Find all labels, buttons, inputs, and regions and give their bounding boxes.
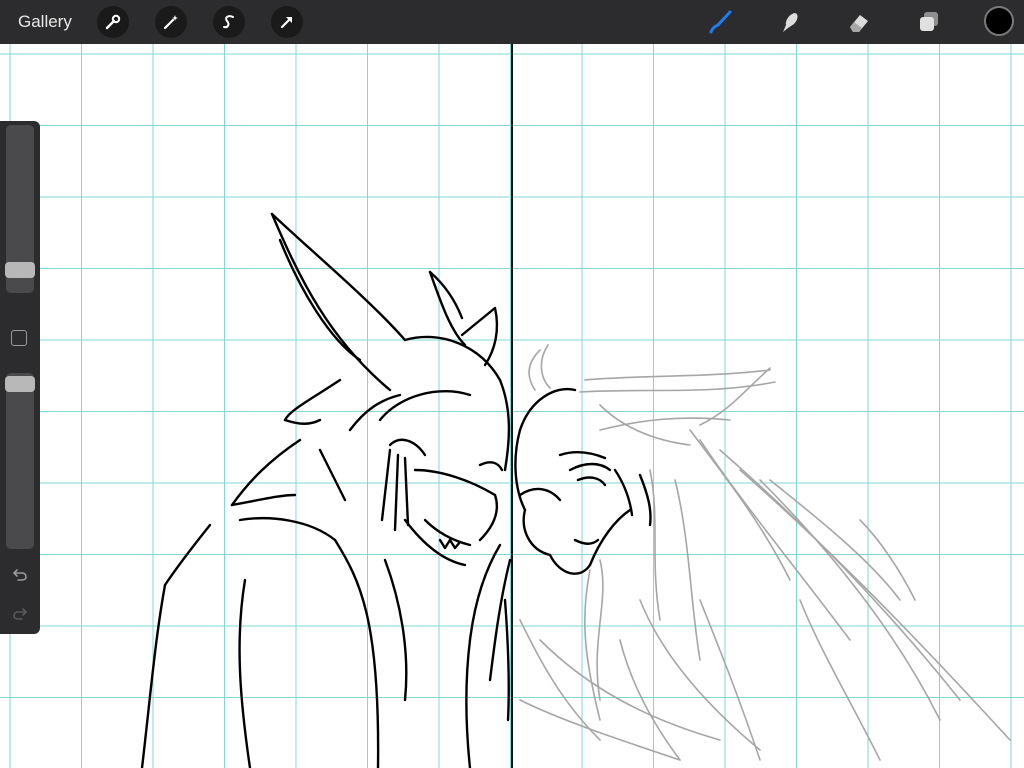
line-art-left: [140, 212, 512, 768]
opacity-thumb[interactable]: [5, 376, 35, 393]
smudge-tool-button[interactable]: [773, 6, 805, 38]
color-swatch[interactable]: [984, 6, 1014, 36]
arrow-cursor-icon: [280, 16, 293, 29]
smudge-icon: [783, 13, 798, 32]
opacity-slider[interactable]: [5, 373, 35, 549]
actions-button[interactable]: [97, 6, 129, 38]
brush-icon: [709, 10, 732, 34]
drawing-canvas[interactable]: [0, 44, 1024, 768]
layers-button[interactable]: [913, 6, 945, 38]
redo-button[interactable]: [10, 603, 30, 623]
eraser-icon: [850, 15, 868, 32]
undo-icon: [12, 569, 27, 581]
left-sidebar: [0, 121, 40, 634]
undo-button[interactable]: [10, 564, 30, 584]
transform-button[interactable]: [271, 6, 303, 38]
gallery-button[interactable]: Gallery: [18, 10, 72, 34]
wrench-icon: [105, 14, 121, 30]
adjustments-button[interactable]: [155, 6, 187, 38]
magic-wand-icon: [163, 15, 178, 30]
line-art-right: [514, 387, 652, 575]
brush-size-thumb[interactable]: [5, 261, 35, 278]
eraser-tool-button[interactable]: [843, 6, 875, 38]
sketch-strokes: [519, 344, 1011, 761]
selection-button[interactable]: [213, 6, 245, 38]
modify-button[interactable]: [11, 330, 27, 346]
brush-size-slider[interactable]: [5, 125, 35, 293]
selection-s-icon: [223, 15, 234, 29]
redo-icon: [13, 608, 28, 620]
artwork: [140, 44, 1011, 768]
top-toolbar: Gallery: [0, 0, 1024, 44]
layers-icon: [920, 12, 938, 31]
brush-tool-button[interactable]: [704, 6, 736, 38]
